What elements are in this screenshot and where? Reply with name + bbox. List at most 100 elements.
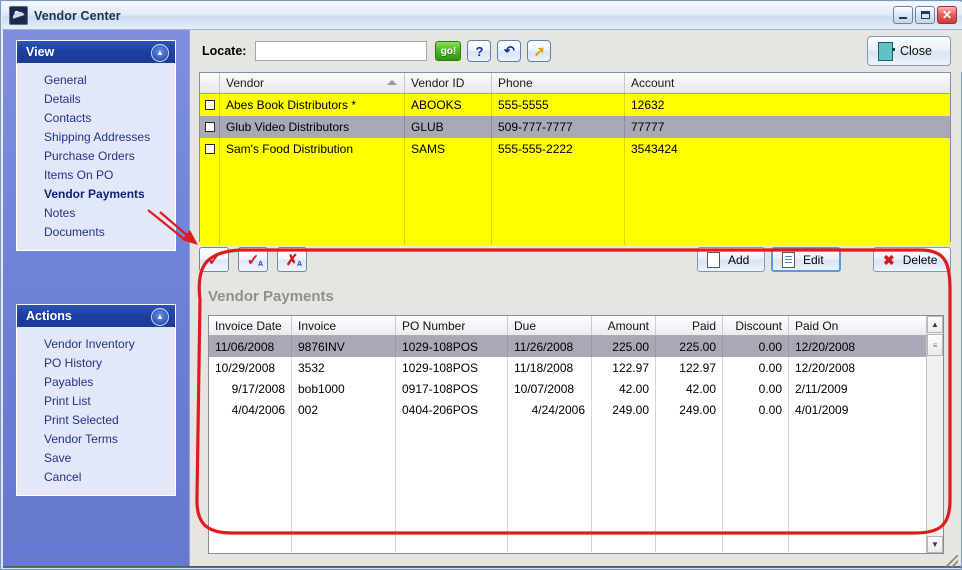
edit-button-label: Edit xyxy=(803,252,824,267)
export-icon-button[interactable]: ➚ xyxy=(527,40,552,62)
check-icon-button[interactable]: ✓ xyxy=(199,247,229,272)
go-button[interactable]: go! xyxy=(435,41,462,61)
sidebar-item-payables[interactable]: Payables xyxy=(17,372,175,391)
table-row[interactable]: Abes Book Distributors * ABOOKS 555-5555… xyxy=(200,94,950,116)
table-row[interactable]: 11/06/2008 9876INV 1029-108POS 11/26/200… xyxy=(209,336,943,357)
sidebar-item-print-list[interactable]: Print List xyxy=(17,391,175,410)
vendor-table-empty-area xyxy=(200,160,950,245)
payments-vertical-scrollbar[interactable]: ▲ ≡ ▼ xyxy=(926,316,943,553)
row-checkbox-cell[interactable] xyxy=(200,94,220,116)
empty-cell xyxy=(209,420,292,552)
empty-cell xyxy=(220,160,405,245)
sidebar-item-vendor-terms[interactable]: Vendor Terms xyxy=(17,429,175,448)
cell-account: 3543424 xyxy=(631,142,678,156)
cell-due: 4/24/2006 xyxy=(508,399,592,420)
cell-po-number: 1029-108POS xyxy=(396,357,508,378)
nav-group-actions-body: Vendor Inventory PO History Payables Pri… xyxy=(17,327,175,495)
payments-col-discount[interactable]: Discount xyxy=(723,316,789,335)
payments-col-invoice[interactable]: Invoice xyxy=(292,316,396,335)
resize-grip[interactable] xyxy=(946,555,958,567)
cell-po-number: 1029-108POS xyxy=(396,336,508,357)
close-button-label: Close xyxy=(900,44,932,58)
scrollbar-thumb[interactable]: ≡ xyxy=(927,334,943,356)
row-checkbox-cell[interactable] xyxy=(200,138,220,160)
cell-invoice: 002 xyxy=(292,399,396,420)
chevron-up-icon[interactable]: ▲ xyxy=(151,44,169,62)
window-close-button[interactable]: ✕ xyxy=(937,6,957,24)
sidebar-item-cancel[interactable]: Cancel xyxy=(17,467,175,486)
cell-amount: 225.00 xyxy=(592,336,656,357)
sidebar-item-documents[interactable]: Documents xyxy=(17,222,175,241)
locate-input[interactable] xyxy=(255,41,428,61)
empty-cell xyxy=(656,420,723,552)
sidebar-item-purchase-orders[interactable]: Purchase Orders xyxy=(17,146,175,165)
checkbox-icon[interactable] xyxy=(204,144,215,154)
sidebar-item-shipping-addresses[interactable]: Shipping Addresses xyxy=(17,127,175,146)
vendor-col-check[interactable] xyxy=(200,73,220,93)
scroll-up-icon[interactable]: ▲ xyxy=(927,316,943,333)
minimize-button[interactable] xyxy=(893,6,913,24)
row-checkbox-cell[interactable] xyxy=(200,116,220,138)
sidebar-item-vendor-inventory[interactable]: Vendor Inventory xyxy=(17,334,175,353)
sidebar-item-notes[interactable]: Notes xyxy=(17,203,175,222)
payments-col-paid[interactable]: Paid xyxy=(656,316,723,335)
vendor-col-phone[interactable]: Phone xyxy=(492,73,625,93)
navigation-pane: View ▲ General Details Contacts Shipping… xyxy=(3,30,189,566)
cell-due: 11/18/2008 xyxy=(508,357,592,378)
payments-col-paid-on[interactable]: Paid On xyxy=(789,316,927,335)
letter-a-badge: A xyxy=(257,261,263,268)
sidebar-item-items-on-po[interactable]: Items On PO xyxy=(17,165,175,184)
maximize-button[interactable] xyxy=(915,6,935,24)
maximize-icon xyxy=(920,11,930,19)
chevron-up-icon[interactable]: ▲ xyxy=(151,308,169,326)
cell-discount: 0.00 xyxy=(723,357,789,378)
vendor-col-vendor[interactable]: Vendor xyxy=(220,73,405,93)
table-row[interactable]: Sam's Food Distribution SAMS 555-555-222… xyxy=(200,138,950,160)
delete-button[interactable]: ✖ Delete xyxy=(873,247,951,272)
checkbox-icon[interactable] xyxy=(204,100,215,110)
grid-action-bar: ✓ ✓ A ✗ A Add Edit ✖ Delete xyxy=(199,247,951,275)
table-row[interactable]: 10/29/2008 3532 1029-108POS 11/18/2008 1… xyxy=(209,357,943,378)
sidebar-item-po-history[interactable]: PO History xyxy=(17,353,175,372)
vendor-table[interactable]: Vendor Vendor ID Phone Account Abes Book… xyxy=(199,72,951,245)
uncheck-all-icon-button[interactable]: ✗ A xyxy=(277,247,307,272)
table-row[interactable]: Glub Video Distributors GLUB 509-777-777… xyxy=(200,116,950,138)
payments-col-po-number[interactable]: PO Number xyxy=(396,316,508,335)
add-button[interactable]: Add xyxy=(697,247,765,272)
sidebar-item-save[interactable]: Save xyxy=(17,448,175,467)
payments-col-invoice-date[interactable]: Invoice Date xyxy=(209,316,292,335)
sort-ascending-icon xyxy=(387,80,397,85)
check-all-icon-button[interactable]: ✓ A xyxy=(238,247,268,272)
cell-discount: 0.00 xyxy=(723,378,789,399)
vendor-col-vendor-id[interactable]: Vendor ID xyxy=(405,73,492,93)
vendor-col-account[interactable]: Account xyxy=(625,73,950,93)
delete-button-label: Delete xyxy=(902,252,938,267)
table-row[interactable]: 9/17/2008 bob1000 0917-108POS 10/07/2008… xyxy=(209,378,943,399)
sidebar-item-contacts[interactable]: Contacts xyxy=(17,108,175,127)
nav-group-actions-header[interactable]: Actions ▲ xyxy=(17,305,175,327)
door-exit-icon xyxy=(878,41,895,61)
payments-table[interactable]: Invoice Date Invoice PO Number Due Amoun… xyxy=(208,315,944,554)
scroll-down-icon[interactable]: ▼ xyxy=(927,536,943,553)
cell-phone: 555-5555 xyxy=(492,94,625,116)
cell-paid: 122.97 xyxy=(656,357,723,378)
sidebar-item-general[interactable]: General xyxy=(17,70,175,89)
cell-amount: 122.97 xyxy=(592,357,656,378)
cell-paid-on: 12/20/2008 xyxy=(795,339,856,354)
sidebar-item-print-selected[interactable]: Print Selected xyxy=(17,410,175,429)
payments-col-amount[interactable]: Amount xyxy=(592,316,656,335)
refresh-icon-button[interactable]: ↶ xyxy=(497,40,522,62)
edit-button[interactable]: Edit xyxy=(771,247,841,272)
close-button[interactable]: Close xyxy=(867,36,951,66)
help-button[interactable]: ? xyxy=(467,40,492,62)
nav-group-view-header[interactable]: View ▲ xyxy=(17,41,175,63)
content-pane: Locate: go! ? ↶ ➚ Close Vendor Vendor ID… xyxy=(189,30,962,566)
sidebar-item-vendor-payments[interactable]: Vendor Payments xyxy=(17,184,175,203)
nav-group-view-body: General Details Contacts Shipping Addres… xyxy=(17,63,175,250)
empty-cell xyxy=(592,420,656,552)
payments-col-due[interactable]: Due xyxy=(508,316,592,335)
window-bottom-edge xyxy=(3,566,961,567)
table-row[interactable]: 4/04/2006 002 0404-206POS 4/24/2006 249.… xyxy=(209,399,943,420)
checkbox-icon[interactable] xyxy=(204,122,215,132)
sidebar-item-details[interactable]: Details xyxy=(17,89,175,108)
